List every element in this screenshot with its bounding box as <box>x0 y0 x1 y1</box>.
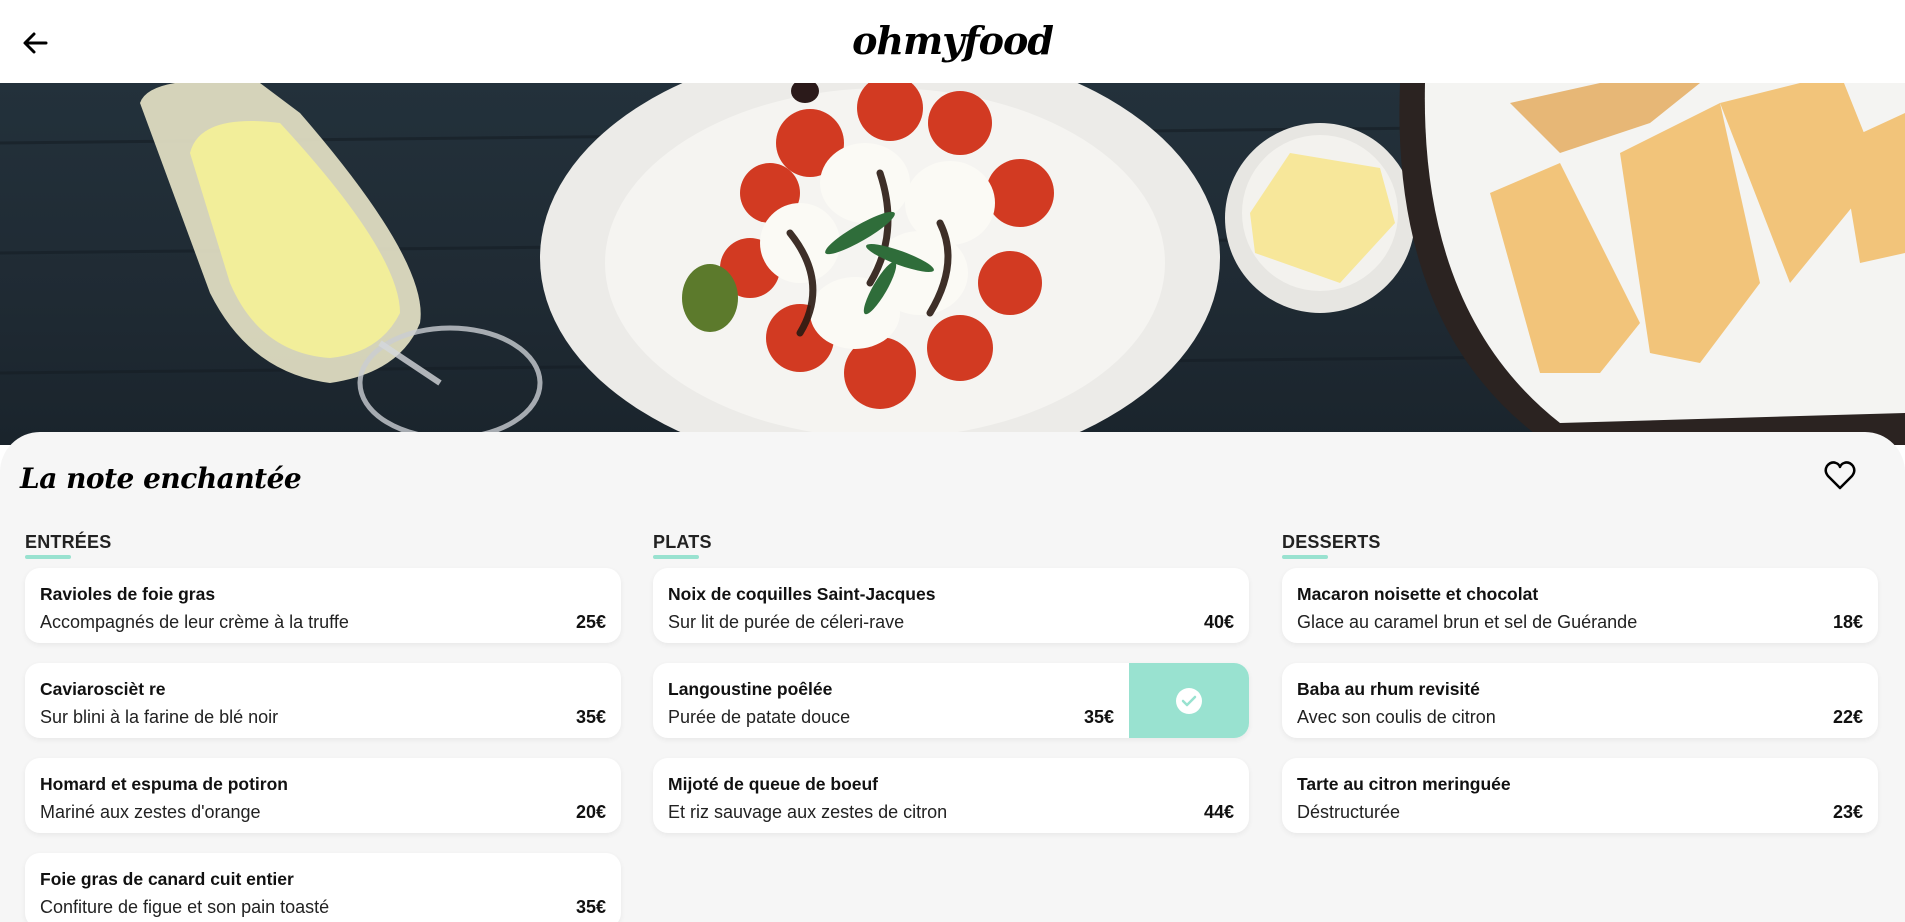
dish-card[interactable]: Caviaroscièt re Sur blini à la farine de… <box>25 663 621 738</box>
dish-description: Glace au caramel brun et sel de Guérande <box>1297 612 1638 632</box>
dish-card[interactable]: Ravioles de foie gras Accompagnés de leu… <box>25 568 621 643</box>
dish-card[interactable]: Homard et espuma de potiron Mariné aux z… <box>25 758 621 833</box>
dish-description: Sur lit de purée de céleri-rave <box>668 612 905 632</box>
section-heading: ENTRÉES <box>25 532 112 552</box>
heart-outline-icon <box>1824 461 1856 490</box>
dish-description: Avec son coulis de citron <box>1297 707 1496 727</box>
menu-section-entrees: ENTRÉES Ravioles de foie gras Accompagné… <box>25 532 621 922</box>
restaurant-title: La note enchantée <box>20 462 302 495</box>
dish-description: Et riz sauvage aux zestes de citron <box>668 802 948 822</box>
dish-card[interactable]: Baba au rhum revisité Avec son coulis de… <box>1282 663 1878 738</box>
dish-card[interactable]: Tarte au citron meringuée Déstructurée 2… <box>1282 758 1878 833</box>
favorite-button[interactable] <box>1823 460 1857 492</box>
dish-price: 35€ <box>575 707 606 727</box>
dish-price: 40€ <box>1203 612 1234 632</box>
dish-description: Confiture de figue et son pain toasté <box>40 897 330 917</box>
dish-name: Tarte au citron meringuée <box>1297 774 1511 794</box>
dish-card[interactable]: Macaron noisette et chocolat Glace au ca… <box>1282 568 1878 643</box>
dish-name: Noix de coquilles Saint-Jacques <box>668 584 936 604</box>
dish-list: Ravioles de foie gras Accompagnés de leu… <box>25 568 621 922</box>
section-heading: PLATS <box>653 532 712 552</box>
dish-description: Accompagnés de leur crème à la truffe <box>40 612 349 632</box>
menu-section-plats: PLATS Noix de coquilles Saint-Jacques Su… <box>653 532 1249 853</box>
restaurant-menu-panel: La note enchantée ENTRÉES Ravioles de fo… <box>0 432 1905 922</box>
dish-price: 23€ <box>1832 802 1863 822</box>
section-underline <box>25 555 71 559</box>
dish-name: Caviaroscièt re <box>40 679 166 699</box>
dish-card[interactable]: Foie gras de canard cuit entier Confitur… <box>25 853 621 922</box>
dish-name: Langoustine poêlée <box>668 679 833 699</box>
dish-name: Ravioles de foie gras <box>40 584 216 604</box>
dish-description: Purée de patate douce <box>668 707 851 727</box>
dish-price: 35€ <box>575 897 606 917</box>
dish-description: Sur blini à la farine de blé noir <box>40 707 279 727</box>
dish-list: Noix de coquilles Saint-Jacques Sur lit … <box>653 568 1249 833</box>
dish-price: 25€ <box>575 612 606 632</box>
section-underline <box>1282 555 1328 559</box>
dish-card-selected[interactable]: Langoustine poêlée Purée de patate douce… <box>653 663 1249 738</box>
dish-name: Baba au rhum revisité <box>1297 679 1480 699</box>
restaurant-hero-image <box>0 83 1905 445</box>
dish-name: Macaron noisette et chocolat <box>1297 584 1539 604</box>
dish-price: 22€ <box>1832 707 1863 727</box>
dish-list: Macaron noisette et chocolat Glace au ca… <box>1282 568 1878 833</box>
dish-description: Mariné aux zestes d'orange <box>40 802 261 822</box>
dish-name: Homard et espuma de potiron <box>40 774 288 794</box>
dish-card[interactable]: Noix de coquilles Saint-Jacques Sur lit … <box>653 568 1249 643</box>
menu-section-desserts: DESSERTS Macaron noisette et chocolat Gl… <box>1282 532 1878 853</box>
dish-price: 44€ <box>1203 802 1234 822</box>
dish-price: 35€ <box>1083 707 1114 727</box>
top-header: ohmyfood <box>0 0 1905 83</box>
section-underline <box>653 555 699 559</box>
dish-description: Déstructurée <box>1297 802 1401 822</box>
dish-name: Mijoté de queue de boeuf <box>668 774 879 794</box>
check-circle-icon <box>1176 688 1202 714</box>
dish-card[interactable]: Mijoté de queue de boeuf Et riz sauvage … <box>653 758 1249 833</box>
selected-indicator[interactable] <box>1129 663 1249 738</box>
dish-price: 20€ <box>575 802 606 822</box>
brand-logo[interactable]: ohmyfood <box>0 18 1905 63</box>
section-heading: DESSERTS <box>1282 532 1381 552</box>
dish-price: 18€ <box>1832 612 1863 632</box>
dish-name: Foie gras de canard cuit entier <box>40 869 294 889</box>
